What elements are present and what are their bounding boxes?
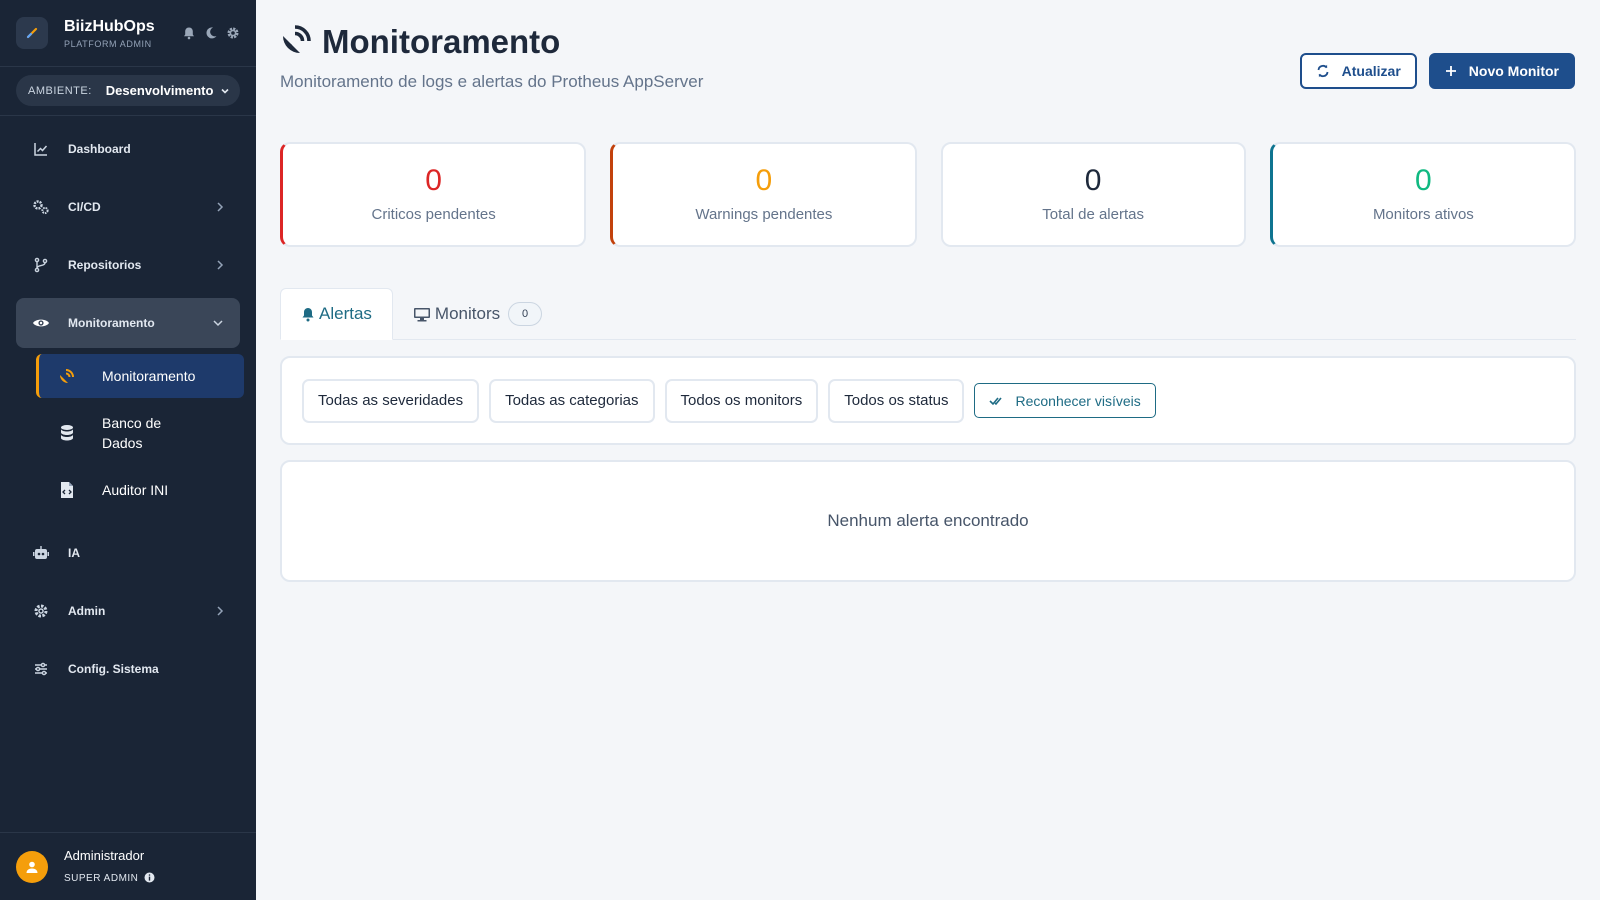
stat-label: Criticos pendentes <box>371 206 496 223</box>
sidebar-item-label: Repositorios <box>68 258 142 272</box>
tab-label: Alertas <box>319 304 372 323</box>
avatar <box>16 850 48 883</box>
cogs-icon <box>32 198 50 216</box>
environment-selector[interactable]: AMBIENTE: Desenvolvimento <box>16 75 240 106</box>
stat-card-total: 0 Total de alertas <box>940 142 1246 247</box>
stat-label: Warnings pendentes <box>695 206 833 223</box>
tab-bar: Alertas Monitors 0 <box>280 288 1576 340</box>
stat-card-warnings: 0 Warnings pendentes <box>610 142 917 247</box>
gear-icon <box>32 602 50 620</box>
info-icon[interactable] <box>144 872 155 886</box>
sidebar-item-repositorios[interactable]: Repositorios <box>16 240 240 290</box>
chevron-right-icon <box>216 605 224 617</box>
environment-label: AMBIENTE: <box>28 84 92 97</box>
subitem-auditor-ini[interactable]: Auditor INI <box>36 468 244 512</box>
subitem-label: Auditor INI <box>102 482 169 498</box>
sidebar-item-label: Config. Sistema <box>68 662 159 676</box>
satellite-dish-icon <box>58 367 76 385</box>
subitem-label: Monitoramento <box>102 368 196 384</box>
environment-value: Desenvolvimento <box>105 83 214 98</box>
app-logo <box>16 17 48 49</box>
stats-row: 0 Criticos pendentes 0 Warnings pendente… <box>280 142 1576 247</box>
user-role-label: SUPER ADMIN <box>64 873 139 884</box>
sidebar-nav: Dashboard CI/CD Repositorios Monitoramen… <box>0 124 256 348</box>
file-code-icon <box>58 481 76 499</box>
subitem-label: Banco de Dados <box>102 415 162 451</box>
sidebar-item-label: Monitoramento <box>68 316 155 330</box>
divider <box>0 115 256 116</box>
alerts-empty-state: Nenhum alerta encontrado <box>280 460 1576 582</box>
status-filter[interactable]: Todos os status <box>828 378 965 423</box>
count-badge: 0 <box>508 302 543 326</box>
sidebar-item-ia[interactable]: IA <box>16 528 240 578</box>
sidebar: BiizHubOps PLATFORM ADMIN AMBIENTE: Dese… <box>0 0 256 900</box>
tab-monitors[interactable]: Monitors 0 <box>393 288 562 340</box>
tab-alertas[interactable]: Alertas <box>280 288 393 340</box>
app-subtitle: PLATFORM ADMIN <box>64 38 152 49</box>
bell-icon[interactable] <box>182 26 196 40</box>
acknowledge-label: Reconhecer visíveis <box>1015 392 1141 409</box>
stat-label: Total de alertas <box>1042 206 1144 223</box>
eye-icon <box>32 314 50 332</box>
chevron-down-icon <box>220 86 230 96</box>
stat-value: 0 <box>1084 164 1102 197</box>
acknowledge-visible-button[interactable]: Reconhecer visíveis <box>974 383 1156 418</box>
sliders-icon <box>32 660 50 678</box>
header-actions: Atualizar Novo Monitor <box>1299 53 1575 89</box>
chevron-right-icon <box>216 201 224 213</box>
stat-card-monitors-ativos: 0 Monitors ativos <box>1269 142 1576 247</box>
subitem-monitoramento[interactable]: Monitoramento <box>36 354 244 398</box>
sidebar-item-label: Dashboard <box>68 142 131 156</box>
sync-icon <box>1316 64 1330 78</box>
bell-icon <box>301 307 315 322</box>
tab-label: Monitors <box>434 304 501 323</box>
subitem-banco-de-dados[interactable]: Banco de Dados <box>36 404 244 462</box>
robot-icon <box>32 544 50 562</box>
sidebar-item-config-sistema[interactable]: Config. Sistema <box>16 644 240 694</box>
filter-bar: Todas as severidades Todas as categorias… <box>280 356 1576 445</box>
stat-value: 0 <box>1415 164 1432 197</box>
check-double-icon <box>989 395 1003 407</box>
sidebar-item-cicd[interactable]: CI/CD <box>16 182 240 232</box>
stat-label: Monitors ativos <box>1372 206 1474 223</box>
chevron-down-icon <box>212 319 224 327</box>
main-content: Monitoramento Monitoramento de logs e al… <box>256 0 1600 900</box>
sidebar-item-dashboard[interactable]: Dashboard <box>16 124 240 174</box>
monitor-filter[interactable]: Todos os monitors <box>664 378 819 423</box>
severity-filter[interactable]: Todas as severidades <box>302 378 480 423</box>
sidebar-item-label: Admin <box>68 604 106 618</box>
sidebar-nav-lower: IA Admin Config. Sistema <box>0 528 256 694</box>
user-name: Administrador <box>64 847 145 863</box>
page-title: Monitoramento <box>322 22 561 60</box>
chevron-right-icon <box>216 259 224 271</box>
branch-icon <box>32 256 50 274</box>
stat-card-criticos: 0 Criticos pendentes <box>280 142 587 247</box>
sidebar-item-label: CI/CD <box>68 200 101 214</box>
moon-icon[interactable] <box>204 26 218 40</box>
sidebar-item-monitoramento[interactable]: Monitoramento <box>16 298 240 348</box>
user-role: SUPER ADMIN <box>64 872 155 886</box>
brand-header: BiizHubOps PLATFORM ADMIN <box>0 0 256 67</box>
gear-icon[interactable] <box>226 26 240 40</box>
page-header: Monitoramento <box>280 22 560 61</box>
satellite-dish-icon <box>280 22 314 61</box>
empty-message: Nenhum alerta encontrado <box>827 511 1029 530</box>
app-name: BiizHubOps <box>64 17 155 35</box>
page-subtitle: Monitoramento de logs e alertas do Proth… <box>280 72 704 91</box>
new-monitor-button[interactable]: Novo Monitor <box>1428 53 1575 89</box>
stat-value: 0 <box>425 164 442 197</box>
chart-line-icon <box>32 140 50 158</box>
category-filter[interactable]: Todas as categorias <box>489 378 655 423</box>
new-monitor-label: Novo Monitor <box>1468 63 1559 79</box>
desktop-icon <box>413 307 431 322</box>
monitoramento-submenu: Monitoramento Banco de Dados Auditor INI <box>0 354 256 512</box>
stat-value: 0 <box>755 164 773 197</box>
refresh-button[interactable]: Atualizar <box>1299 53 1417 89</box>
database-icon <box>58 424 76 442</box>
sidebar-item-admin[interactable]: Admin <box>16 586 240 636</box>
refresh-label: Atualizar <box>1341 63 1401 79</box>
plus-icon <box>1445 65 1457 77</box>
user-panel[interactable]: Administrador SUPER ADMIN <box>0 832 256 900</box>
sidebar-item-label: IA <box>68 546 80 560</box>
